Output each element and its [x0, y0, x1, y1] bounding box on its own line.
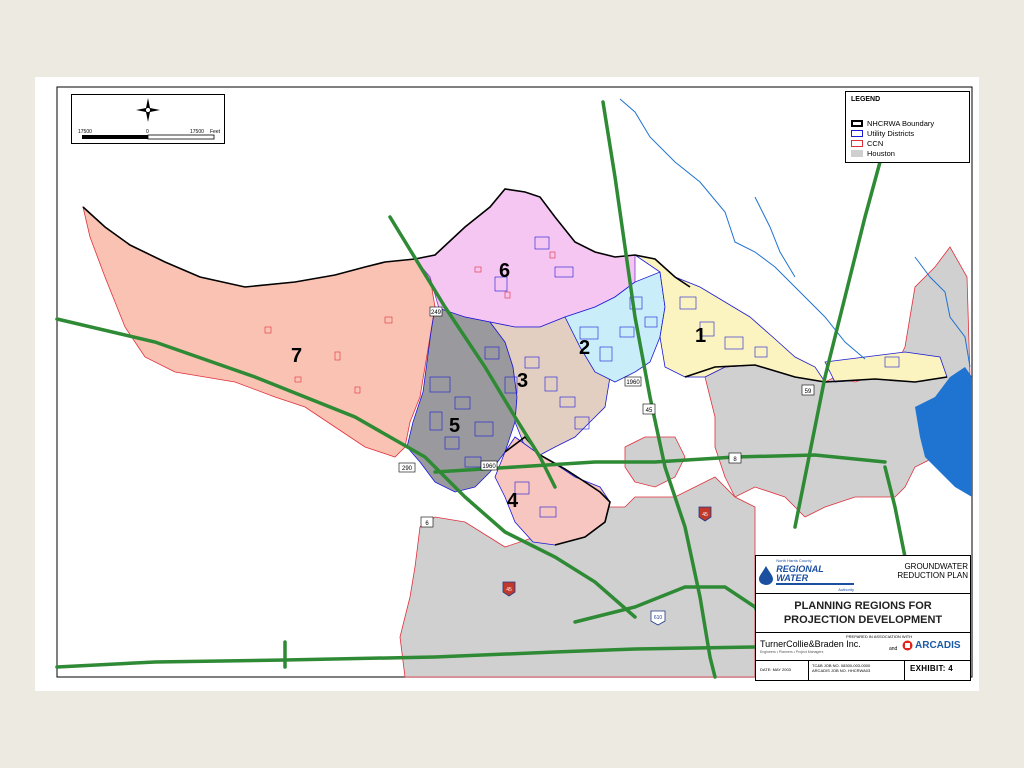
legend-label-utility: Utility Districts — [867, 129, 915, 138]
svg-text:45: 45 — [702, 512, 708, 518]
shield-290: 290 — [398, 462, 416, 473]
north-arrow-icon — [136, 98, 160, 122]
scale-unit-label: Feet — [210, 129, 221, 135]
legend-label-ccn: CCN — [867, 139, 884, 148]
legend-swatch-houston — [851, 150, 863, 157]
svg-text:249: 249 — [431, 310, 442, 316]
svg-text:1960: 1960 — [626, 380, 640, 386]
region-label-6: 6 — [499, 260, 510, 282]
nhcrwa-logo: North Harris County REGIONAL WATER Autho… — [758, 558, 854, 592]
region-7 — [82, 205, 436, 458]
region-label-3: 3 — [517, 370, 528, 392]
map-sheet: 1 2 3 4 5 6 7 290 1960 1960 6 45 8 59 24… — [35, 77, 979, 691]
region-label-2: 2 — [579, 337, 590, 359]
shield-45: 45 — [642, 403, 656, 415]
scale-left-label: 17500 — [78, 129, 92, 135]
job-numbers: TC&B JOB NO. 08300-003-0000 ARCADIS JOB … — [812, 663, 870, 673]
region-1 — [634, 254, 826, 383]
legend-swatch-utility — [851, 130, 863, 137]
firm-turner-collie-braden: TurnerCollie&Braden Inc. — [760, 639, 861, 649]
logo-main-text: REGIONAL WATER — [776, 565, 854, 585]
date-text: DATE: MAY 2003 — [760, 667, 791, 672]
exhibit-title: PLANNING REGIONS FOR PROJECTION DEVELOPM… — [758, 599, 968, 627]
firm-arcadis: ARCADIS — [902, 640, 961, 651]
legend: LEGEND NHCRWA Boundary Utility Districts… — [845, 91, 970, 163]
legend-item-utility: Utility Districts — [851, 129, 914, 138]
legend-title: LEGEND — [851, 96, 881, 103]
shield-1960-east: 1960 — [624, 376, 642, 387]
shield-8: 8 — [728, 452, 742, 464]
shield-6: 6 — [420, 516, 434, 528]
exhibit-title-line2: PROJECTION DEVELOPMENT — [783, 614, 943, 626]
legend-item-houston: Houston — [851, 149, 895, 158]
arcadis-logo-icon — [902, 640, 913, 651]
svg-text:1960: 1960 — [482, 464, 496, 470]
region-label-4: 4 — [507, 490, 519, 512]
plan-name: GROUNDWATER REDUCTION PLAN — [856, 562, 968, 580]
shield-59: 59 — [801, 384, 815, 396]
svg-text:45: 45 — [646, 408, 653, 414]
svg-text:59: 59 — [805, 389, 812, 395]
scale-right-label: 17500 — [190, 129, 204, 135]
plan-name-line2: REDUCTION PLAN — [897, 571, 968, 580]
region-label-5: 5 — [449, 415, 460, 437]
job-number-arcadis: ARCADIS JOB NO. HHCRWA03 — [812, 668, 871, 673]
region-label-1: 1 — [695, 325, 706, 347]
and-text: and — [889, 646, 898, 652]
legend-item-boundary: NHCRWA Boundary — [851, 119, 934, 128]
svg-text:45: 45 — [506, 587, 512, 593]
arcadis-name: ARCADIS — [915, 640, 961, 651]
exhibit-number: EXHIBIT: 4 — [910, 664, 954, 673]
scale-mid-label: 0 — [146, 129, 149, 135]
firm-tagline: Engineers • Planners • Project Managers — [760, 650, 824, 654]
plan-name-line1: GROUNDWATER — [904, 562, 968, 571]
legend-item-ccn: CCN — [851, 139, 883, 148]
shield-249: 249 — [429, 306, 443, 317]
legend-label-houston: Houston — [867, 149, 895, 158]
logo-bottom-text: Authority — [838, 587, 854, 592]
shield-1960-west: 1960 — [480, 460, 498, 471]
water-drop-icon — [759, 566, 773, 585]
region-label-7: 7 — [291, 345, 302, 367]
legend-swatch-boundary — [851, 120, 863, 127]
title-block: North Harris County REGIONAL WATER Autho… — [755, 555, 971, 681]
legend-swatch-ccn — [851, 140, 863, 147]
exhibit-title-line1: PLANNING REGIONS FOR — [794, 600, 932, 612]
scale-bar: 17500 0 17500 Feet — [71, 94, 225, 144]
svg-text:290: 290 — [402, 466, 413, 472]
svg-text:610: 610 — [654, 615, 663, 621]
legend-label-boundary: NHCRWA Boundary — [867, 119, 935, 128]
